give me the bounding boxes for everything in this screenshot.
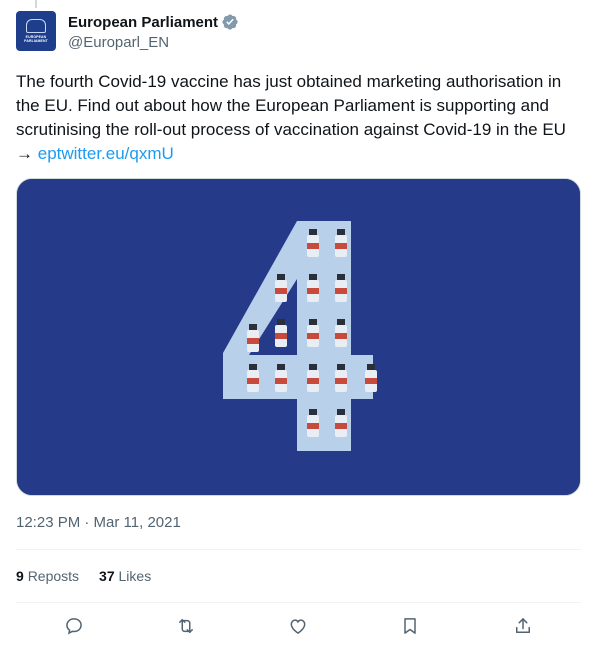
reposts-label: Reposts — [27, 568, 80, 584]
tweet-timestamp[interactable]: 12:23 PM · Mar 11, 2021 — [16, 514, 181, 531]
like-icon — [290, 619, 306, 634]
share-button[interactable] — [512, 615, 534, 637]
divider-top — [16, 549, 581, 550]
tweet-text: The fourth Covid-19 vaccine has just obt… — [16, 70, 586, 166]
verified-badge-icon — [222, 14, 238, 30]
likes-stat[interactable]: 37 Likes — [99, 568, 151, 584]
reply-button[interactable] — [63, 615, 85, 637]
avatar-text: EUROPEAN PARLIAMENT — [24, 35, 48, 43]
author-names: European Parliament @Europarl_EN — [68, 11, 239, 51]
tweet-link[interactable]: eptwitter.eu/qxmU — [38, 144, 174, 163]
bookmark-icon — [404, 618, 416, 634]
tweet-stats: 9 Reposts 37 Likes — [16, 568, 151, 584]
thread-connector-line — [35, 0, 37, 8]
likes-label: Likes — [118, 568, 152, 584]
share-icon — [516, 618, 530, 633]
parliament-logo-icon — [26, 19, 46, 33]
author-display-name[interactable]: European Parliament — [68, 14, 218, 31]
number-four-vaccine-vials-image — [17, 179, 580, 495]
tweet-header: EUROPEAN PARLIAMENT European Parliament … — [16, 11, 239, 51]
like-button[interactable] — [287, 615, 309, 637]
reposts-count: 9 — [16, 568, 24, 584]
tweet-actions — [16, 603, 581, 649]
name-row: European Parliament — [68, 11, 239, 33]
reposts-stat[interactable]: 9 Reposts — [16, 568, 79, 584]
tweet-media[interactable] — [16, 178, 581, 496]
repost-button[interactable] — [175, 615, 197, 637]
reply-icon — [66, 618, 82, 635]
likes-count: 37 — [99, 568, 115, 584]
repost-icon — [179, 619, 193, 633]
author-handle[interactable]: @Europarl_EN — [68, 34, 239, 51]
bookmark-button[interactable] — [399, 615, 421, 637]
avatar[interactable]: EUROPEAN PARLIAMENT — [16, 11, 56, 51]
